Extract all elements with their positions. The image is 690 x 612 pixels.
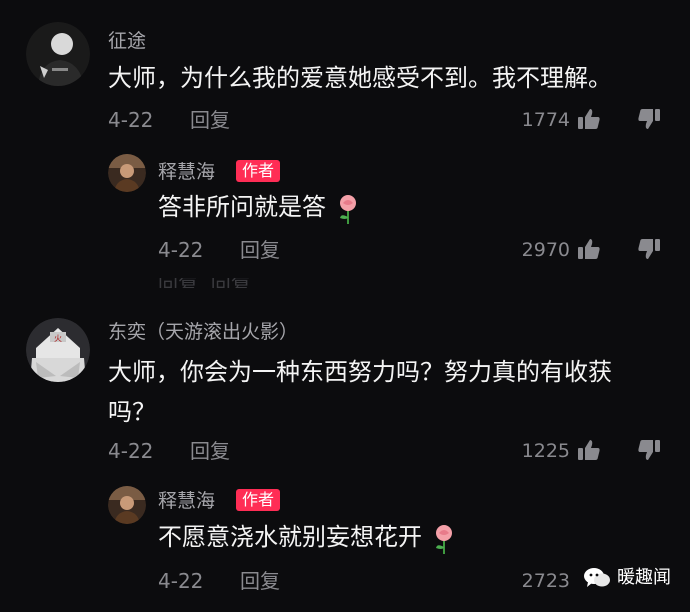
like-count: 1774	[521, 109, 570, 131]
comment-date: 4-22	[108, 439, 154, 463]
thumbs-down-icon[interactable]	[636, 437, 662, 463]
reply-content: 不愿意浇水就别妄想花开	[158, 517, 457, 559]
thumbs-down-icon[interactable]	[636, 236, 662, 262]
author-badge: 作者	[236, 489, 281, 511]
avatar[interactable]: 火	[26, 318, 90, 382]
reply-date: 4-22	[158, 238, 204, 262]
like-count: 2970	[521, 239, 570, 261]
rose-icon	[431, 523, 457, 559]
reply-button[interactable]: 回复	[190, 439, 230, 463]
reply-button[interactable]: 回复	[240, 569, 280, 593]
reply-button[interactable]: 回复	[190, 108, 230, 132]
avatar[interactable]	[26, 22, 90, 86]
truncated-text: 回复 回复	[158, 278, 251, 288]
like-count: 1225	[521, 440, 570, 462]
avatar[interactable]	[108, 154, 146, 192]
reply-date: 4-22	[158, 569, 204, 593]
thumbs-up-icon[interactable]	[576, 106, 602, 132]
reply-username[interactable]: 释慧海	[158, 489, 215, 513]
svg-text:火: 火	[54, 334, 62, 343]
comment-username[interactable]: 东奕（天游滚出火影）	[108, 320, 298, 344]
avatar[interactable]	[108, 486, 146, 524]
thumbs-down-icon[interactable]	[636, 106, 662, 132]
rose-icon	[335, 193, 361, 229]
reply-text: 答非所问就是答	[158, 193, 326, 221]
reply-button[interactable]: 回复	[240, 238, 280, 262]
comment-text: 大师，你会为一种东西努力吗？努力真的有收获吗？	[108, 358, 612, 426]
thumbs-up-icon[interactable]	[576, 437, 602, 463]
reply-text: 不愿意浇水就别妄想花开	[158, 523, 422, 551]
watermark-text: 暖趣闻	[617, 567, 671, 588]
comment-date: 4-22	[108, 108, 154, 132]
author-badge: 作者	[236, 160, 281, 182]
watermark: 暖趣闻	[583, 566, 671, 590]
reply-content: 答非所问就是答	[158, 187, 361, 229]
like-count: 2723	[521, 570, 570, 592]
comment-text: 大师，为什么我的爱意她感受不到。我不理解。	[108, 64, 612, 92]
comment-username[interactable]: 征途	[108, 29, 146, 53]
thumbs-up-icon[interactable]	[576, 236, 602, 262]
reply-username[interactable]: 释慧海	[158, 160, 215, 184]
wechat-icon	[583, 566, 611, 590]
